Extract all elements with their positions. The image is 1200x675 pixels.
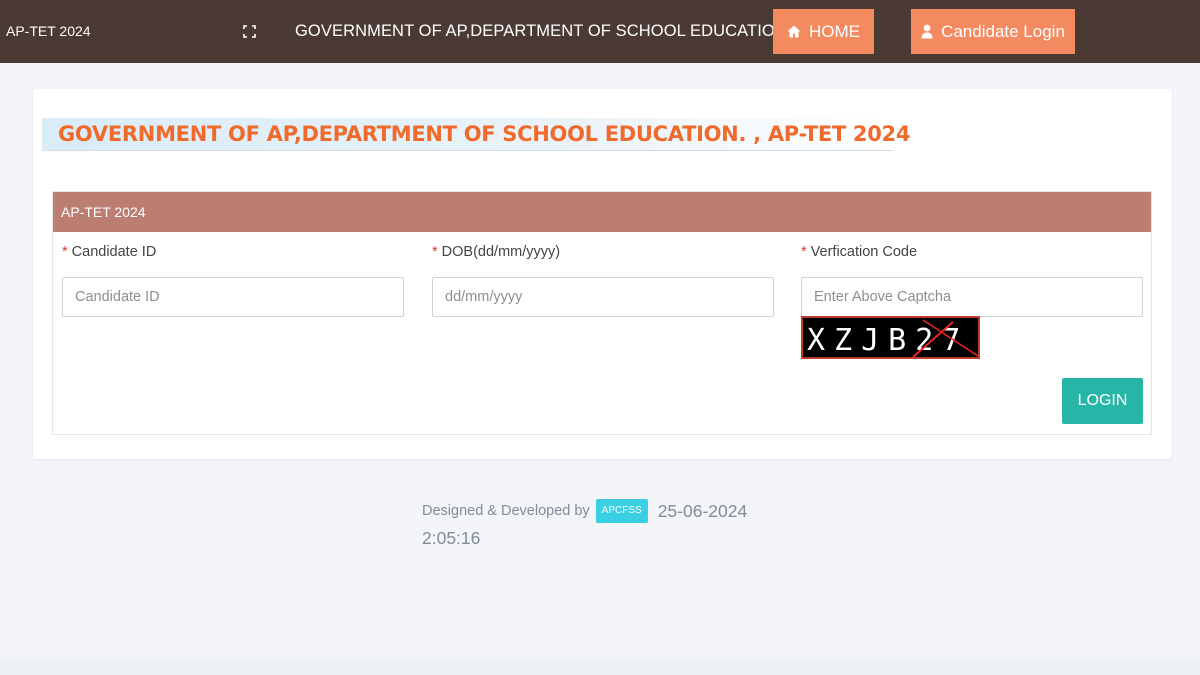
- brand-name[interactable]: AP-TET 2024: [6, 23, 91, 39]
- bottom-strip: [0, 659, 1200, 675]
- footer-time: 2:05:16: [422, 528, 481, 548]
- captcha-input[interactable]: [801, 277, 1143, 317]
- panel-header: AP-TET 2024: [53, 192, 1151, 232]
- fullscreen-icon[interactable]: [243, 25, 256, 38]
- user-icon: [921, 24, 933, 39]
- dob-input[interactable]: [432, 277, 774, 317]
- verification-group: * Verfication Code: [801, 244, 1143, 317]
- candidate-login-label: Candidate Login: [941, 21, 1065, 41]
- login-panel: AP-TET 2024 *Candidate ID *DOB(dd/mm/yyy…: [52, 191, 1152, 435]
- apcfss-badge[interactable]: APCFSS: [595, 499, 648, 523]
- footer-credit: Designed & Developed by: [422, 503, 590, 519]
- login-card: GOVERNMENT OF AP,DEPARTMENT OF SCHOOL ED…: [33, 89, 1172, 459]
- page-title: GOVERNMENT OF AP,DEPARTMENT OF SCHOOL ED…: [42, 118, 910, 151]
- candidate-login-button[interactable]: Candidate Login: [911, 9, 1075, 54]
- candidate-id-group: * Candidate ID: [62, 244, 404, 317]
- header-title: GOVERNMENT OF AP,DEPARTMENT OF SCHOOL ED…: [295, 22, 792, 40]
- top-navbar: AP-TET 2024 GOVERNMENT OF AP,DEPARTMENT …: [0, 0, 1200, 63]
- captcha-graphic: XZJB27: [807, 319, 979, 358]
- home-button-label: HOME: [809, 21, 860, 41]
- login-button[interactable]: LOGIN: [1062, 378, 1143, 424]
- verification-label: * Verfication Code: [801, 244, 918, 260]
- captcha-image: XZJB27: [801, 316, 980, 359]
- home-button[interactable]: HOME: [773, 9, 874, 54]
- dob-label: * DOB(dd/mm/yyyy): [432, 244, 561, 260]
- candidate-id-label: * Candidate ID: [62, 244, 157, 260]
- footer-date: 25-06-2024: [657, 500, 748, 521]
- dob-group: * DOB(dd/mm/yyyy): [432, 244, 774, 317]
- page-title-text: GOVERNMENT OF AP,DEPARTMENT OF SCHOOL ED…: [58, 122, 911, 146]
- home-icon: [787, 25, 801, 38]
- footer: Designed & Developed by APCFSS 25-06-202…: [422, 498, 747, 549]
- candidate-id-input[interactable]: [62, 277, 404, 317]
